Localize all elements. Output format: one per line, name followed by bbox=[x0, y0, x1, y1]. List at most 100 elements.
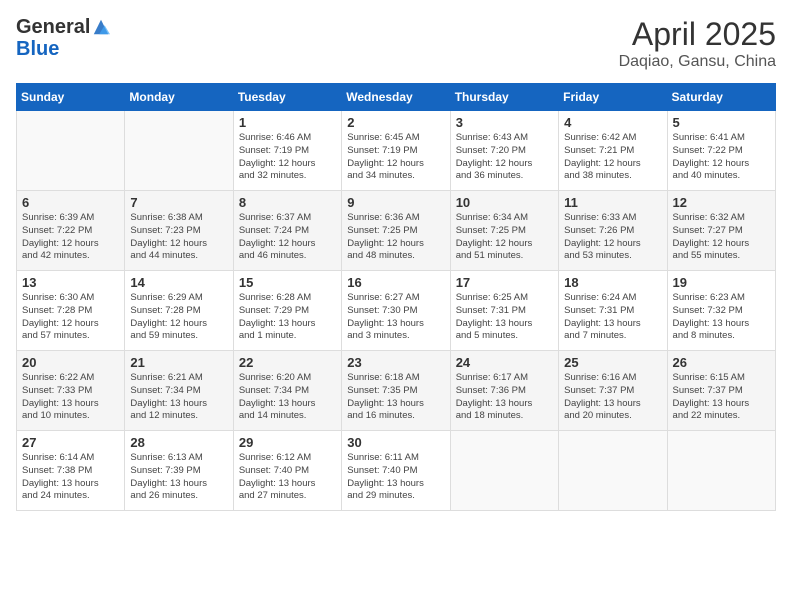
calendar-cell: 10 Sunrise: 6:34 AM Sunset: 7:25 PM Dayli… bbox=[450, 191, 558, 271]
day-info: Sunrise: 6:30 AM Sunset: 7:28 PM Dayligh… bbox=[22, 292, 119, 343]
day-number: 21 bbox=[130, 355, 227, 370]
day-info: Sunrise: 6:29 AM Sunset: 7:28 PM Dayligh… bbox=[130, 292, 227, 343]
day-number: 7 bbox=[130, 195, 227, 210]
day-info: Sunrise: 6:18 AM Sunset: 7:35 PM Dayligh… bbox=[347, 372, 444, 423]
day-info: Sunrise: 6:11 AM Sunset: 7:40 PM Dayligh… bbox=[347, 452, 444, 503]
calendar-cell: 14 Sunrise: 6:29 AM Sunset: 7:28 PM Dayli… bbox=[125, 271, 233, 351]
logo-blue: Blue bbox=[16, 38, 110, 60]
calendar-cell bbox=[125, 111, 233, 191]
day-header-thursday: Thursday bbox=[450, 84, 558, 111]
logo: General Blue bbox=[16, 16, 110, 60]
calendar-cell: 18Sunrise: 6:24 AM Sunset: 7:31 PM Dayli… bbox=[559, 271, 667, 351]
day-info: Sunrise: 6:38 AM Sunset: 7:23 PM Dayligh… bbox=[130, 212, 227, 263]
calendar-week-row: 27Sunrise: 6:14 AM Sunset: 7:38 PM Dayli… bbox=[17, 431, 776, 511]
day-number: 15 bbox=[239, 275, 336, 290]
day-number: 5 bbox=[673, 115, 770, 130]
calendar-cell bbox=[559, 431, 667, 511]
day-number: 26 bbox=[673, 355, 770, 370]
calendar-cell: 25Sunrise: 6:16 AM Sunset: 7:37 PM Dayli… bbox=[559, 351, 667, 431]
day-info: Sunrise: 6:21 AM Sunset: 7:34 PM Dayligh… bbox=[130, 372, 227, 423]
location-title: Daqiao, Gansu, China bbox=[619, 53, 776, 71]
calendar-cell: 4 Sunrise: 6:42 AM Sunset: 7:21 PM Daylig… bbox=[559, 111, 667, 191]
day-number: 17 bbox=[456, 275, 553, 290]
day-number: 20 bbox=[22, 355, 119, 370]
calendar-cell bbox=[667, 431, 775, 511]
calendar-cell: 16Sunrise: 6:27 AM Sunset: 7:30 PM Dayli… bbox=[342, 271, 450, 351]
calendar-week-row: 1 Sunrise: 6:46 AM Sunset: 7:19 PM Daylig… bbox=[17, 111, 776, 191]
day-info: Sunrise: 6:41 AM Sunset: 7:22 PM Dayligh… bbox=[673, 132, 770, 183]
calendar-cell: 21 Sunrise: 6:21 AM Sunset: 7:34 PM Dayli… bbox=[125, 351, 233, 431]
day-info: Sunrise: 6:46 AM Sunset: 7:19 PM Dayligh… bbox=[239, 132, 336, 183]
day-header-friday: Friday bbox=[559, 84, 667, 111]
calendar-week-row: 20 Sunrise: 6:22 AM Sunset: 7:33 PM Dayli… bbox=[17, 351, 776, 431]
day-header-sunday: Sunday bbox=[17, 84, 125, 111]
page-header: General Blue April 2025 Daqiao, Gansu, C… bbox=[16, 16, 776, 71]
calendar-cell: 20 Sunrise: 6:22 AM Sunset: 7:33 PM Dayli… bbox=[17, 351, 125, 431]
day-info: Sunrise: 6:15 AM Sunset: 7:37 PM Dayligh… bbox=[673, 372, 770, 423]
calendar-cell: 3 Sunrise: 6:43 AM Sunset: 7:20 PM Daylig… bbox=[450, 111, 558, 191]
calendar-cell: 11 Sunrise: 6:33 AM Sunset: 7:26 PM Dayli… bbox=[559, 191, 667, 271]
day-number: 2 bbox=[347, 115, 444, 130]
calendar-cell bbox=[450, 431, 558, 511]
calendar-cell: 30Sunrise: 6:11 AM Sunset: 7:40 PM Dayli… bbox=[342, 431, 450, 511]
day-number: 8 bbox=[239, 195, 336, 210]
calendar-cell: 26 Sunrise: 6:15 AM Sunset: 7:37 PM Dayli… bbox=[667, 351, 775, 431]
day-header-wednesday: Wednesday bbox=[342, 84, 450, 111]
day-info: Sunrise: 6:17 AM Sunset: 7:36 PM Dayligh… bbox=[456, 372, 553, 423]
day-number: 10 bbox=[456, 195, 553, 210]
day-info: Sunrise: 6:37 AM Sunset: 7:24 PM Dayligh… bbox=[239, 212, 336, 263]
day-info: Sunrise: 6:25 AM Sunset: 7:31 PM Dayligh… bbox=[456, 292, 553, 343]
day-number: 3 bbox=[456, 115, 553, 130]
day-number: 9 bbox=[347, 195, 444, 210]
calendar-cell: 27Sunrise: 6:14 AM Sunset: 7:38 PM Dayli… bbox=[17, 431, 125, 511]
day-number: 11 bbox=[564, 195, 661, 210]
logo-general: General bbox=[16, 16, 90, 38]
calendar-cell: 7 Sunrise: 6:38 AM Sunset: 7:23 PM Daylig… bbox=[125, 191, 233, 271]
day-number: 22 bbox=[239, 355, 336, 370]
day-info: Sunrise: 6:42 AM Sunset: 7:21 PM Dayligh… bbox=[564, 132, 661, 183]
calendar-cell: 13 Sunrise: 6:30 AM Sunset: 7:28 PM Dayli… bbox=[17, 271, 125, 351]
day-info: Sunrise: 6:45 AM Sunset: 7:19 PM Dayligh… bbox=[347, 132, 444, 183]
day-info: Sunrise: 6:12 AM Sunset: 7:40 PM Dayligh… bbox=[239, 452, 336, 503]
day-info: Sunrise: 6:20 AM Sunset: 7:34 PM Dayligh… bbox=[239, 372, 336, 423]
day-number: 6 bbox=[22, 195, 119, 210]
day-header-saturday: Saturday bbox=[667, 84, 775, 111]
calendar-cell: 8 Sunrise: 6:37 AM Sunset: 7:24 PM Daylig… bbox=[233, 191, 341, 271]
calendar-header-row: SundayMondayTuesdayWednesdayThursdayFrid… bbox=[17, 84, 776, 111]
calendar-cell: 23Sunrise: 6:18 AM Sunset: 7:35 PM Dayli… bbox=[342, 351, 450, 431]
calendar-cell: 17 Sunrise: 6:25 AM Sunset: 7:31 PM Dayli… bbox=[450, 271, 558, 351]
calendar-cell: 2 Sunrise: 6:45 AM Sunset: 7:19 PM Daylig… bbox=[342, 111, 450, 191]
day-info: Sunrise: 6:23 AM Sunset: 7:32 PM Dayligh… bbox=[673, 292, 770, 343]
day-info: Sunrise: 6:27 AM Sunset: 7:30 PM Dayligh… bbox=[347, 292, 444, 343]
calendar-cell: 15 Sunrise: 6:28 AM Sunset: 7:29 PM Dayli… bbox=[233, 271, 341, 351]
calendar-cell: 9 Sunrise: 6:36 AM Sunset: 7:25 PM Daylig… bbox=[342, 191, 450, 271]
day-number: 4 bbox=[564, 115, 661, 130]
day-number: 13 bbox=[22, 275, 119, 290]
day-info: Sunrise: 6:36 AM Sunset: 7:25 PM Dayligh… bbox=[347, 212, 444, 263]
day-number: 14 bbox=[130, 275, 227, 290]
calendar-cell: 29 Sunrise: 6:12 AM Sunset: 7:40 PM Dayli… bbox=[233, 431, 341, 511]
day-number: 12 bbox=[673, 195, 770, 210]
day-info: Sunrise: 6:34 AM Sunset: 7:25 PM Dayligh… bbox=[456, 212, 553, 263]
day-info: Sunrise: 6:32 AM Sunset: 7:27 PM Dayligh… bbox=[673, 212, 770, 263]
calendar-cell: 1 Sunrise: 6:46 AM Sunset: 7:19 PM Daylig… bbox=[233, 111, 341, 191]
day-number: 27 bbox=[22, 435, 119, 450]
day-header-tuesday: Tuesday bbox=[233, 84, 341, 111]
calendar-cell: 19Sunrise: 6:23 AM Sunset: 7:32 PM Dayli… bbox=[667, 271, 775, 351]
title-area: April 2025 Daqiao, Gansu, China bbox=[619, 16, 776, 71]
day-number: 29 bbox=[239, 435, 336, 450]
day-info: Sunrise: 6:39 AM Sunset: 7:22 PM Dayligh… bbox=[22, 212, 119, 263]
day-info: Sunrise: 6:33 AM Sunset: 7:26 PM Dayligh… bbox=[564, 212, 661, 263]
day-info: Sunrise: 6:22 AM Sunset: 7:33 PM Dayligh… bbox=[22, 372, 119, 423]
day-header-monday: Monday bbox=[125, 84, 233, 111]
calendar-cell: 24Sunrise: 6:17 AM Sunset: 7:36 PM Dayli… bbox=[450, 351, 558, 431]
calendar-cell: 22 Sunrise: 6:20 AM Sunset: 7:34 PM Dayli… bbox=[233, 351, 341, 431]
logo-icon bbox=[92, 18, 110, 36]
day-number: 1 bbox=[239, 115, 336, 130]
day-info: Sunrise: 6:28 AM Sunset: 7:29 PM Dayligh… bbox=[239, 292, 336, 343]
calendar-cell: 6 Sunrise: 6:39 AM Sunset: 7:22 PM Daylig… bbox=[17, 191, 125, 271]
calendar-cell: 5 Sunrise: 6:41 AM Sunset: 7:22 PM Daylig… bbox=[667, 111, 775, 191]
day-info: Sunrise: 6:16 AM Sunset: 7:37 PM Dayligh… bbox=[564, 372, 661, 423]
day-number: 28 bbox=[130, 435, 227, 450]
day-info: Sunrise: 6:43 AM Sunset: 7:20 PM Dayligh… bbox=[456, 132, 553, 183]
